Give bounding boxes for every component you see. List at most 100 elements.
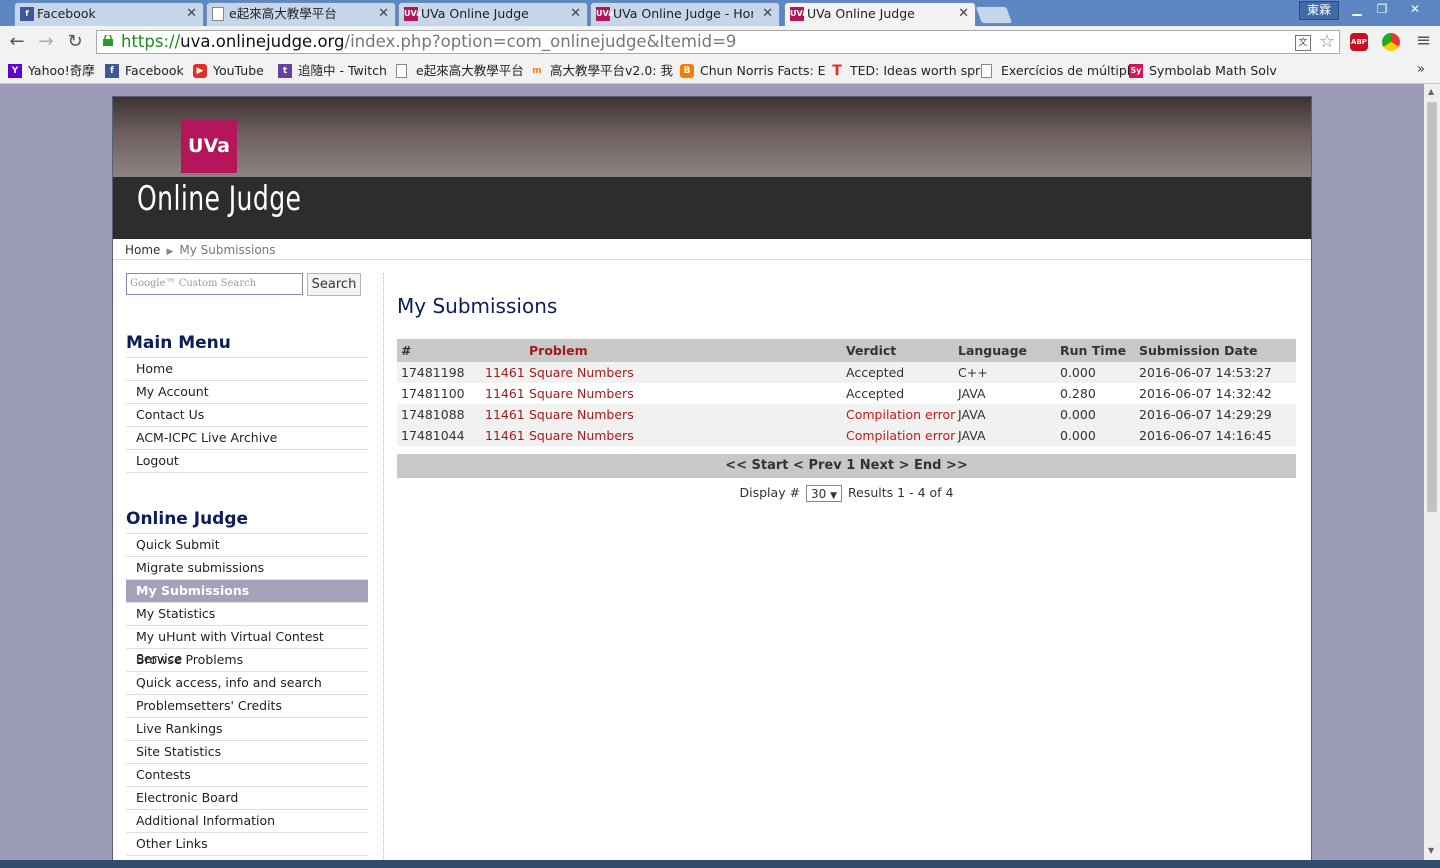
table-header-row: # Problem Verdict Language Run Time Subm…	[397, 339, 1296, 362]
scrollbar-thumb[interactable]	[1427, 102, 1437, 512]
bookmark-label: Yahoo!奇摩	[28, 63, 95, 78]
bookmark-chuck-norris[interactable]: B Chun Norris Facts: E	[680, 62, 838, 80]
tab-uva-1[interactable]: UVa UVa Online Judge ✕	[398, 2, 588, 26]
address-bar[interactable]: https://uva.onlinejudge.org/index.php?op…	[96, 30, 1340, 54]
close-icon[interactable]: ✕	[186, 3, 197, 25]
uva-icon: UVa	[404, 7, 422, 21]
table-row: 17481100 11461 Square Numbers Accepted J…	[397, 383, 1296, 404]
main-menu-title: Main Menu	[126, 333, 231, 353]
menu-item-electronic-board[interactable]: Electronic Board	[126, 787, 368, 810]
menu-item-contests[interactable]: Contests	[126, 764, 368, 787]
menu-item-uhunt[interactable]: My uHunt with Virtual Contest Service	[126, 626, 368, 666]
reload-icon[interactable]: ↻	[63, 30, 87, 54]
scroll-down-icon[interactable]: ▼	[1428, 846, 1434, 855]
submission-date: 2016-06-07 14:32:42	[1139, 383, 1296, 404]
problem-id-link[interactable]: 11461	[485, 362, 529, 383]
problem-id-link[interactable]: 11461	[485, 425, 529, 446]
display-count-select[interactable]: 30 ▼	[806, 485, 843, 502]
bookmark-exercicios[interactable]: Exercícios de múltipl	[981, 62, 1137, 80]
tab-facebook[interactable]: f Facebook ✕	[14, 2, 204, 26]
symbolab-icon: Sy	[1129, 64, 1143, 78]
menu-item-quick-submit[interactable]: Quick Submit	[126, 534, 368, 557]
menu-item-logout[interactable]: Logout	[126, 450, 368, 473]
menu-item-my-account[interactable]: My Account	[126, 381, 368, 404]
bookmark-facebook[interactable]: f Facebook	[105, 62, 205, 80]
bookmark-yahoo[interactable]: Y Yahoo!奇摩	[8, 62, 116, 80]
vertical-scrollbar[interactable]: ▲ ▼	[1424, 84, 1440, 860]
profile-button[interactable]: 東霖	[1299, 1, 1339, 20]
table-row: 17481088 11461 Square Numbers Compilatio…	[397, 404, 1296, 425]
menu-item-site-statistics[interactable]: Site Statistics	[126, 741, 368, 764]
search-input[interactable]: Google™ Custom Search	[126, 273, 303, 295]
close-window-icon[interactable]: ✕	[1402, 1, 1428, 18]
lock-icon	[103, 35, 113, 46]
close-icon[interactable]: ✕	[958, 3, 969, 25]
close-icon[interactable]: ✕	[570, 3, 581, 25]
menu-item-other-links[interactable]: Other Links	[126, 833, 368, 856]
bookmark-star-icon[interactable]: ☆	[1319, 31, 1335, 53]
menu-item-browse-problems[interactable]: Browse Problems	[126, 649, 368, 672]
menu-item-quick-access[interactable]: Quick access, info and search	[126, 672, 368, 695]
problem-id-link[interactable]: 11461	[485, 404, 529, 425]
run-time: 0.000	[1060, 362, 1139, 383]
minimize-icon[interactable]: ▁	[1345, 1, 1369, 18]
sidebar-divider	[383, 273, 384, 860]
table-row: 17481044 11461 Square Numbers Compilatio…	[397, 425, 1296, 446]
menu-item-additional-information[interactable]: Additional Information	[126, 810, 368, 833]
bookmark-label: Exercícios de múltipl	[1001, 63, 1131, 78]
new-tab-button[interactable]	[974, 6, 1014, 24]
menu-item-problemsetters-credits[interactable]: Problemsetters' Credits	[126, 695, 368, 718]
chevron-right-icon[interactable]: »	[1417, 62, 1425, 77]
bookmark-youtube[interactable]: ▶ YouTube	[193, 62, 289, 80]
tab-teaching-platform[interactable]: e起來高大教學平台 ✕	[206, 2, 396, 26]
adblock-icon[interactable]: ABP	[1350, 33, 1368, 51]
problem-name-link[interactable]: Square Numbers	[529, 425, 846, 446]
problem-name-link[interactable]: Square Numbers	[529, 404, 846, 425]
menu-item-live-archive[interactable]: ACM-ICPC Live Archive	[126, 427, 368, 450]
menu-item-contact-us[interactable]: Contact Us	[126, 404, 368, 427]
bookmark-moodle[interactable]: m 高大教學平台v2.0: 我	[530, 62, 688, 80]
divider	[113, 259, 1311, 260]
youtube-icon: ▶	[193, 64, 207, 78]
bookmarks-bar: Y Yahoo!奇摩 f Facebook ▶ YouTube t 追隨中 - Twit…	[0, 59, 1440, 84]
language: JAVA	[958, 425, 1060, 446]
menu-item-home[interactable]: Home	[126, 358, 368, 381]
menu-item-live-rankings[interactable]: Live Rankings	[126, 718, 368, 741]
scroll-up-icon[interactable]: ▲	[1428, 87, 1434, 96]
forward-arrow-icon[interactable]: →	[34, 30, 58, 54]
menu-item-my-statistics[interactable]: My Statistics	[126, 603, 368, 626]
twitch-icon: t	[278, 64, 292, 78]
run-time: 0.000	[1060, 404, 1139, 425]
problem-name-link[interactable]: Square Numbers	[529, 383, 846, 404]
page-viewport: UVa Online Judge Home ▶ My Submissions Goo…	[0, 84, 1424, 860]
back-arrow-icon[interactable]: ←	[5, 30, 29, 54]
page-icon	[212, 7, 224, 21]
close-icon[interactable]: ✕	[378, 3, 389, 25]
restore-icon[interactable]: ❐	[1370, 1, 1394, 18]
bookmark-symbolab[interactable]: Sy Symbolab Math Solv	[1129, 62, 1289, 80]
header-banner	[113, 97, 1311, 177]
pagination[interactable]: << Start < Prev 1 Next > End >>	[397, 454, 1296, 478]
menu-item-migrate-submissions[interactable]: Migrate submissions	[126, 557, 368, 580]
tab-uva-active[interactable]: UVa UVa Online Judge ✕	[784, 2, 976, 26]
bookmark-label: 高大教學平台v2.0: 我	[550, 63, 673, 78]
bookmark-ted[interactable]: T TED: Ideas worth spr	[830, 62, 988, 80]
menu-item-my-submissions[interactable]: My Submissions	[126, 580, 368, 603]
bookmark-twitch[interactable]: t 追隨中 - Twitch	[278, 62, 406, 80]
tab-uva-home[interactable]: UVa UVa Online Judge - Hom ✕	[590, 2, 780, 26]
bookmark-teaching-platform[interactable]: e起來高大教學平台	[396, 62, 540, 80]
problem-name-link[interactable]: Square Numbers	[529, 362, 846, 383]
column-header-language: Language	[958, 339, 1060, 362]
column-header-spacer	[485, 339, 529, 362]
problem-id-link[interactable]: 11461	[485, 383, 529, 404]
breadcrumb-home-link[interactable]: Home	[125, 243, 160, 257]
menu-icon[interactable]: ≡	[1416, 32, 1431, 50]
bookmark-label: Chun Norris Facts: E	[700, 63, 826, 78]
tab-title: UVa Online Judge	[807, 6, 915, 21]
search-button[interactable]: Search	[307, 273, 361, 296]
url-host: uva.onlinejudge.org	[180, 32, 345, 51]
close-icon[interactable]: ✕	[762, 3, 773, 25]
uva-logo[interactable]: UVa	[181, 119, 237, 173]
translate-icon[interactable]: 文	[1295, 35, 1311, 51]
extension-icon[interactable]	[1382, 33, 1400, 51]
